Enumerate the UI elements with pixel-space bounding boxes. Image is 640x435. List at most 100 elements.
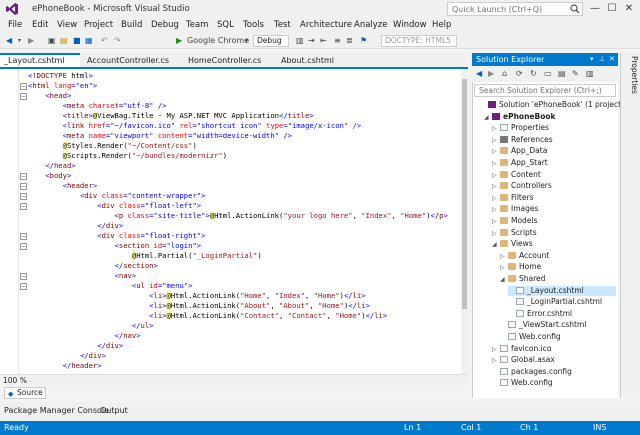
tab-layout-cshtml[interactable]: _Layout.cshtml ✕ [0,53,80,77]
tree-item[interactable]: ◢ ePhoneBook [484,112,616,122]
back-icon[interactable]: ◀ [6,35,12,47]
collapse-region-icon[interactable]: − [20,193,27,200]
collapsed-arrow-icon[interactable]: ▷ [492,182,500,192]
redo-icon[interactable]: ↷ [114,35,121,47]
pin-icon[interactable]: ⊥ [599,53,605,66]
menu-tools[interactable]: Tools [243,20,264,30]
tree-item[interactable]: _Layout.cshtml [508,285,616,296]
collapsed-arrow-icon[interactable]: ▷ [492,136,500,146]
run-target-label[interactable]: Google Chrome [187,35,249,47]
code-line[interactable]: @Html.Partial("_LoginPartial") [28,251,262,261]
tree-item[interactable]: ▷ App_Start [492,158,616,168]
tree-item[interactable]: _LoginPartial.cshtml [508,297,616,307]
tree-item[interactable]: Solution 'ePhoneBook' (1 project) [480,100,624,110]
collapse-region-icon[interactable]: − [20,93,27,100]
code-line[interactable]: <link href="~/favicon.ico" rel="shortcut… [28,121,362,131]
chevron-down-icon[interactable]: ▾ [18,35,21,47]
menu-window[interactable]: Window [393,20,427,30]
view-code-icon[interactable]: ▥ [586,68,594,80]
close-panel-icon[interactable]: ✕ [609,53,615,66]
start-debug-icon[interactable]: ▶ [176,35,182,47]
expanded-arrow-icon[interactable]: ◢ [492,240,500,250]
comment-icon[interactable]: ≡ [334,35,341,47]
tree-item[interactable]: Error.cshtml [508,309,616,319]
code-line[interactable]: </div> [28,221,123,231]
code-line[interactable]: @Scripts.Render("~/bundles/modernizr") [28,151,227,161]
tree-item[interactable]: ▷ Properties [492,123,616,133]
uncomment-icon[interactable]: ≣ [346,35,353,47]
format-icon[interactable]: ▥ [296,35,304,47]
collapse-region-icon[interactable]: − [20,183,27,190]
doctype-select[interactable]: DOCTYPE: HTML5 [381,35,457,47]
collapsed-arrow-icon[interactable]: ▷ [492,205,500,215]
collapse-region-icon[interactable]: − [20,283,27,290]
collapsed-arrow-icon[interactable]: ▷ [492,229,500,239]
back-icon[interactable]: ◀ [476,68,482,80]
collapse-all-icon[interactable]: ▭ [544,68,552,80]
tree-item[interactable]: ▷ Account [500,251,616,261]
collapsed-arrow-icon[interactable]: ▷ [492,217,500,227]
tree-item[interactable]: ▷ favicon.ico [492,344,616,354]
tree-item[interactable]: Web.config [500,332,616,342]
code-line[interactable]: <meta name="viewport" content="width=dev… [28,131,292,141]
code-line[interactable]: </nav> [28,331,141,341]
forward-icon[interactable]: ▶ [488,68,494,80]
tree-item[interactable]: ▷ Images [492,204,616,214]
tree-item[interactable]: ◢ Views [492,239,616,249]
tree-item[interactable]: _ViewStart.cshtml [500,320,616,330]
menu-build[interactable]: Build [121,20,142,30]
code-line[interactable]: <html lang="en"> [28,81,97,91]
collapse-region-icon[interactable]: − [20,203,27,210]
source-view-tab[interactable]: ◆ Source [4,387,46,399]
tab-accountcontroller[interactable]: AccountController.cs [83,53,188,68]
save-icon[interactable]: ■ [73,35,81,47]
save-all-icon[interactable]: ▦ [85,35,93,47]
zoom-level[interactable]: 100 % [3,376,27,386]
search-icon[interactable] [570,4,580,14]
collapsed-arrow-icon[interactable]: ▷ [500,263,508,273]
collapsed-arrow-icon[interactable]: ▷ [492,147,500,157]
code-line[interactable]: <div class="float-right"> [28,231,205,241]
code-line[interactable]: <meta charset="utf-8" /> [28,101,167,111]
menu-view[interactable]: View [57,20,77,30]
menu-edit[interactable]: Edit [32,20,48,30]
code-line[interactable]: <header> [28,181,98,191]
configuration-select[interactable]: Debug [253,35,289,47]
quick-launch-input[interactable]: Quick Launch (Ctrl+Q) [447,2,583,16]
tree-item[interactable]: ▷ Controllers [492,181,616,191]
menu-file[interactable]: File [8,20,22,30]
collapsed-arrow-icon[interactable]: ▷ [492,194,500,204]
home-icon[interactable]: ⌂ [502,68,507,80]
tree-item[interactable]: ▷ Home [500,262,616,272]
outdent-icon[interactable]: ⇤ [320,35,327,47]
sync-icon[interactable]: ⟳ [516,68,523,80]
expanded-arrow-icon[interactable]: ◢ [484,113,492,123]
collapsed-arrow-icon[interactable]: ▷ [492,171,500,181]
collapse-region-icon[interactable]: − [20,273,27,280]
undo-icon[interactable]: ↶ [101,35,108,47]
menu-sql[interactable]: SQL [217,20,234,30]
code-line[interactable]: <div class="content-wrapper"> [28,191,206,201]
menu-analyze[interactable]: Analyze [354,20,388,30]
minimize-button[interactable]: — [588,2,602,16]
code-line[interactable]: <p class="site-title">@Html.ActionLink("… [28,211,448,221]
code-editor[interactable]: <!DOCTYPE html> <html lang="en"> − <head> −… [0,69,468,374]
code-line[interactable]: </ul> [28,321,154,331]
tree-item[interactable]: ▷ Scripts [492,228,616,238]
code-line[interactable]: </div> [28,351,106,361]
menu-team[interactable]: Team [186,20,208,30]
editor-scroll-thumb[interactable] [462,79,467,309]
tree-item[interactable]: ▷ Filters [492,193,616,203]
bookmark-icon[interactable]: ⚑ [360,35,367,47]
code-line[interactable]: <div class="float-left"> [28,201,201,211]
indent-icon[interactable]: ⇥ [308,35,315,47]
code-line[interactable]: <li>@Html.ActionLink("Home", "Index", "H… [28,291,366,301]
forward-icon[interactable]: ▶ [28,35,34,47]
close-button[interactable]: ✕ [622,2,636,16]
tree-item[interactable]: packages.config [492,367,616,377]
collapsed-arrow-icon[interactable]: ▷ [492,345,500,355]
new-project-icon[interactable]: ▣ [48,35,56,47]
code-line[interactable]: <title>@ViewBag.Title - My ASP.NET MVC A… [28,111,314,121]
code-line[interactable]: <li>@Html.ActionLink("Contact", "Contact… [28,311,387,321]
open-file-icon[interactable]: ▤ [60,35,68,47]
